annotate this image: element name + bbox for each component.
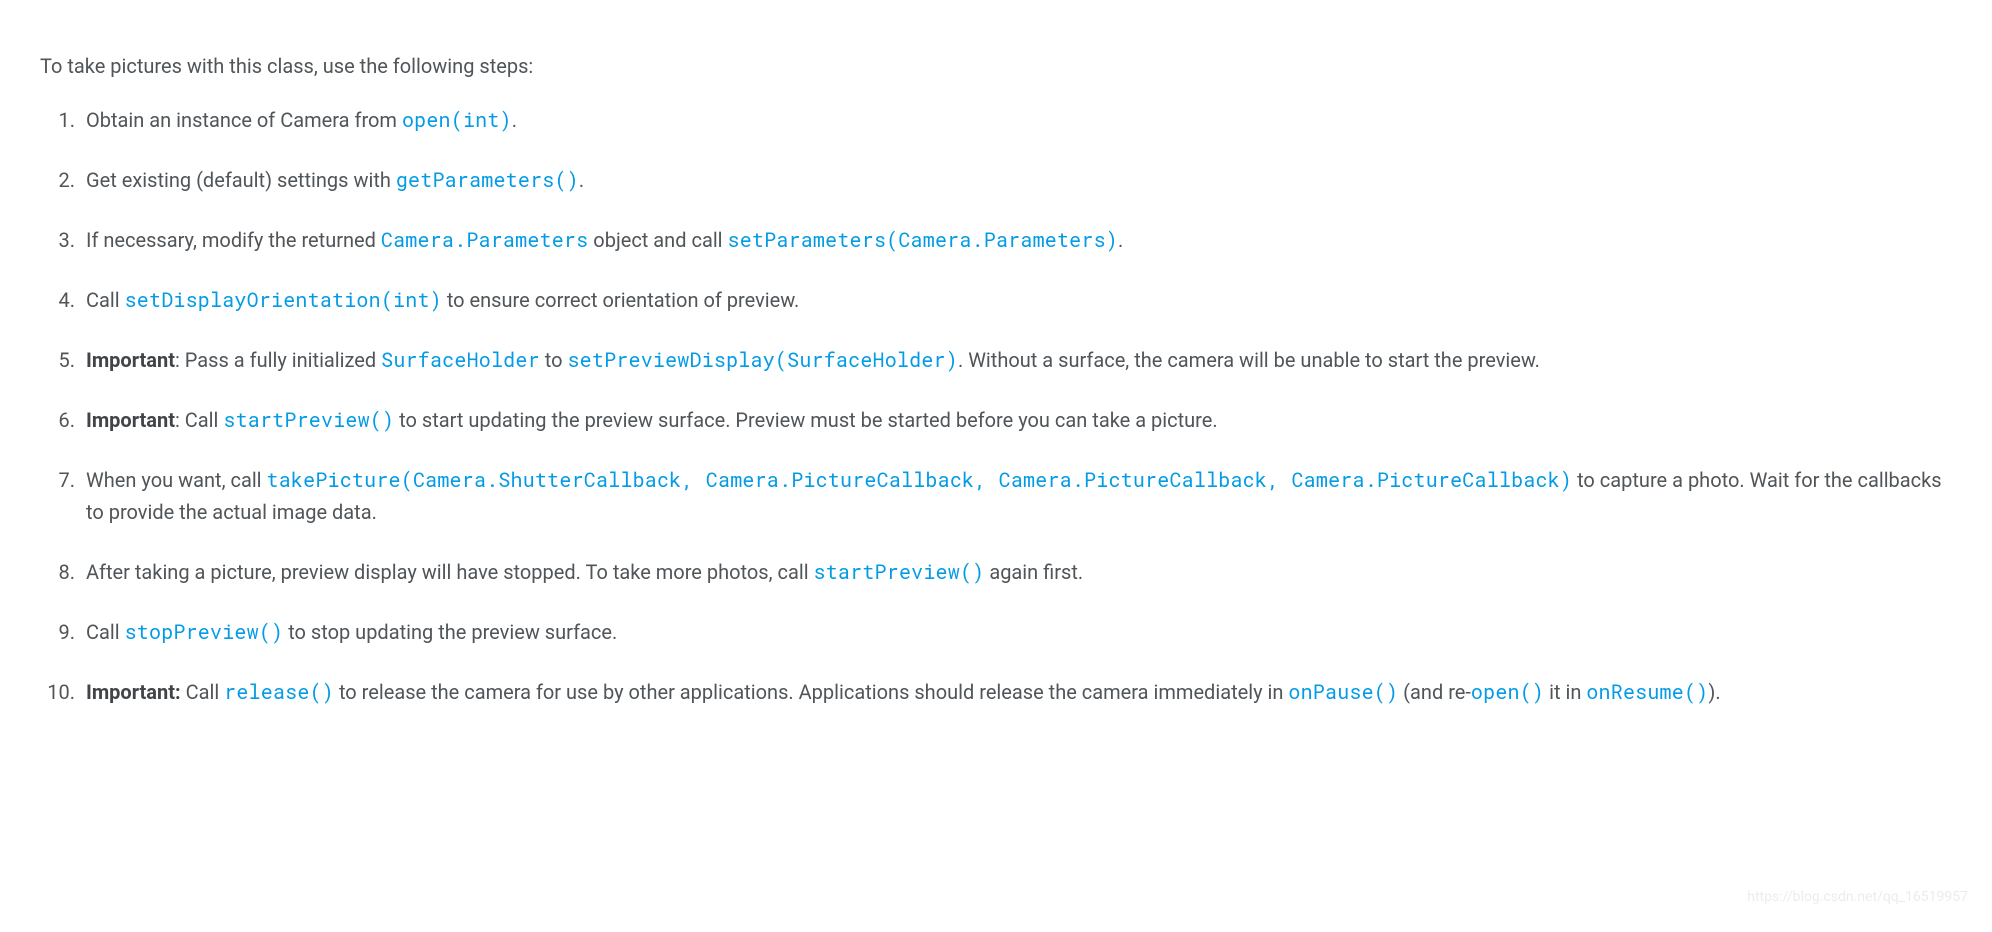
step-text: to start updating the preview surface. P… bbox=[394, 408, 1217, 432]
important-label: Important: bbox=[86, 680, 181, 704]
intro-text: To take pictures with this class, use th… bbox=[40, 50, 1952, 82]
code-link-setparameters[interactable]: setParameters(Camera.Parameters) bbox=[728, 227, 1118, 253]
important-label: Important bbox=[86, 348, 175, 372]
code-link-camera-parameters[interactable]: Camera.Parameters bbox=[381, 227, 588, 253]
step-text: to stop updating the preview surface. bbox=[283, 620, 617, 644]
code-link-startpreview[interactable]: startPreview() bbox=[223, 407, 394, 433]
steps-list: Obtain an instance of Camera from open(i… bbox=[40, 104, 1952, 708]
step-text: . Without a surface, the camera will be … bbox=[958, 348, 1540, 372]
step-1: Obtain an instance of Camera from open(i… bbox=[80, 104, 1952, 136]
step-6: Important: Call startPreview() to start … bbox=[80, 404, 1952, 436]
step-text: . bbox=[1118, 228, 1123, 252]
step-8: After taking a picture, preview display … bbox=[80, 556, 1952, 588]
step-text: If necessary, modify the returned bbox=[86, 228, 381, 252]
code-link-onpause[interactable]: onPause() bbox=[1288, 679, 1398, 705]
step-5: Important: Pass a fully initialized Surf… bbox=[80, 344, 1952, 376]
step-text: After taking a picture, preview display … bbox=[86, 560, 814, 584]
step-text: to release the camera for use by other a… bbox=[334, 680, 1288, 704]
step-text: to ensure correct orientation of preview… bbox=[442, 288, 799, 312]
watermark: https://blog.csdn.net/qq_16519957 bbox=[1747, 886, 1968, 908]
step-text: Call bbox=[86, 620, 125, 644]
code-link-getparameters[interactable]: getParameters() bbox=[396, 167, 579, 193]
step-2: Get existing (default) settings with get… bbox=[80, 164, 1952, 196]
step-text: Call bbox=[86, 288, 125, 312]
step-text: Call bbox=[181, 680, 225, 704]
step-9: Call stopPreview() to stop updating the … bbox=[80, 616, 1952, 648]
step-text: Get existing (default) settings with bbox=[86, 168, 396, 192]
step-text: When you want, call bbox=[86, 468, 267, 492]
important-label: Important bbox=[86, 408, 175, 432]
step-3: If necessary, modify the returned Camera… bbox=[80, 224, 1952, 256]
code-link-onresume[interactable]: onResume() bbox=[1586, 679, 1708, 705]
step-text: . bbox=[579, 168, 584, 192]
code-link-startpreview2[interactable]: startPreview() bbox=[814, 559, 985, 585]
step-text: : Call bbox=[175, 408, 223, 432]
step-text: . bbox=[512, 108, 517, 132]
code-link-takepicture[interactable]: takePicture(Camera.ShutterCallback, Came… bbox=[267, 467, 1573, 493]
step-text: object and call bbox=[588, 228, 727, 252]
step-text: to bbox=[540, 348, 568, 372]
code-link-setpreviewdisplay[interactable]: setPreviewDisplay(SurfaceHolder) bbox=[567, 347, 957, 373]
code-link-release[interactable]: release() bbox=[224, 679, 334, 705]
step-7: When you want, call takePicture(Camera.S… bbox=[80, 464, 1952, 528]
step-text: : Pass a fully initialized bbox=[175, 348, 381, 372]
step-10: Important: Call release() to release the… bbox=[80, 676, 1952, 708]
step-text: again first. bbox=[984, 560, 1083, 584]
step-text: ). bbox=[1708, 680, 1720, 704]
step-text: it in bbox=[1544, 680, 1586, 704]
code-link-open[interactable]: open() bbox=[1471, 679, 1544, 705]
code-link-setdisplayorientation[interactable]: setDisplayOrientation(int) bbox=[125, 287, 442, 313]
code-link-surfaceholder[interactable]: SurfaceHolder bbox=[381, 347, 540, 373]
step-text: Obtain an instance of Camera from bbox=[86, 108, 402, 132]
step-4: Call setDisplayOrientation(int) to ensur… bbox=[80, 284, 1952, 316]
code-link-open-int[interactable]: open(int) bbox=[402, 107, 512, 133]
step-text: (and re- bbox=[1398, 680, 1471, 704]
code-link-stoppreview[interactable]: stopPreview() bbox=[125, 619, 284, 645]
